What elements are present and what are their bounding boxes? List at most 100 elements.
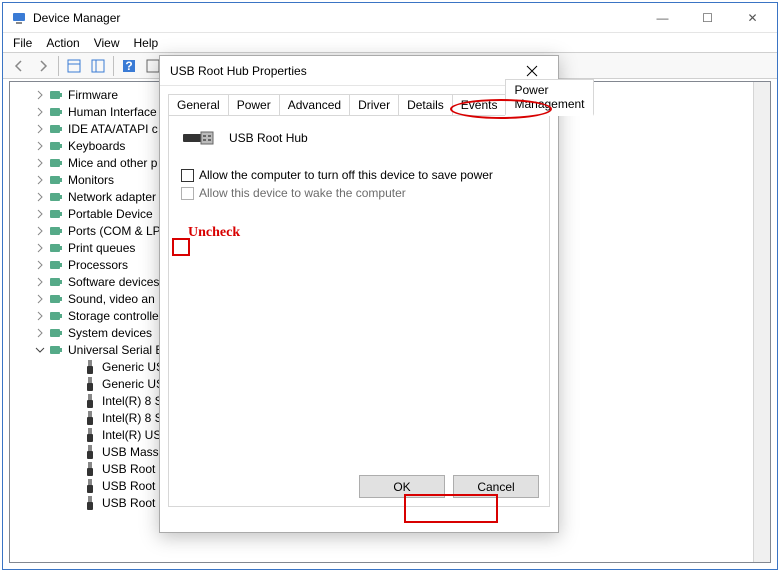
- properties-dialog: USB Root Hub Properties General Power Ad…: [159, 55, 559, 533]
- category-icon: [48, 342, 64, 358]
- checkbox-turnoff-label: Allow the computer to turn off this devi…: [199, 168, 493, 182]
- tab-pane: USB Root Hub Allow the computer to turn …: [168, 115, 550, 507]
- expand-icon[interactable]: [34, 327, 46, 339]
- usb-device-icon: [82, 478, 98, 494]
- nav-fwd-button[interactable]: [31, 55, 55, 77]
- checkbox-turnoff[interactable]: [181, 169, 194, 182]
- category-icon: [48, 274, 64, 290]
- usb-device-icon: [82, 444, 98, 460]
- category-icon: [48, 308, 64, 324]
- category-icon: [48, 240, 64, 256]
- tab-general[interactable]: General: [168, 94, 229, 115]
- category-icon: [48, 223, 64, 239]
- device-name-label: USB Root Hub: [229, 131, 308, 145]
- usb-device-icon: [82, 393, 98, 409]
- category-icon: [48, 121, 64, 137]
- close-icon: [526, 65, 538, 77]
- tree-label: IDE ATA/ATAPI c: [68, 122, 158, 136]
- tab-power[interactable]: Power: [228, 94, 280, 115]
- ok-button[interactable]: OK: [359, 475, 445, 498]
- tree-label: Print queues: [68, 241, 135, 255]
- expand-icon[interactable]: [34, 89, 46, 101]
- category-icon: [48, 172, 64, 188]
- dialog-button-row: OK Cancel: [359, 475, 539, 498]
- tree-label: Storage controlle: [68, 309, 159, 323]
- checkbox-row-turnoff[interactable]: Allow the computer to turn off this devi…: [179, 166, 539, 184]
- tree-label: Mice and other p: [68, 156, 157, 170]
- category-icon: [48, 257, 64, 273]
- tree-label: System devices: [68, 326, 152, 340]
- tree-label: Keyboards: [68, 139, 125, 153]
- dialog-titlebar: USB Root Hub Properties: [160, 56, 558, 86]
- app-icon: [11, 10, 27, 26]
- category-icon: [48, 87, 64, 103]
- expand-icon[interactable]: [34, 310, 46, 322]
- tree-label: Sound, video an: [68, 292, 155, 306]
- category-icon: [48, 206, 64, 222]
- tree-label: Monitors: [68, 173, 114, 187]
- expand-icon[interactable]: [34, 174, 46, 186]
- expand-icon[interactable]: [34, 191, 46, 203]
- expand-icon[interactable]: [34, 208, 46, 220]
- toolbar-separator: [58, 56, 59, 76]
- close-button[interactable]: ✕: [730, 3, 775, 32]
- category-icon: [48, 189, 64, 205]
- category-icon: [48, 325, 64, 341]
- window-controls: — ☐ ✕: [640, 3, 775, 32]
- toolbar-icon-1[interactable]: [62, 55, 86, 77]
- expand-icon[interactable]: [34, 225, 46, 237]
- toolbar-icon-2[interactable]: [86, 55, 110, 77]
- expand-icon[interactable]: [34, 140, 46, 152]
- tab-details[interactable]: Details: [398, 94, 453, 115]
- tree-label: Ports (COM & LP: [68, 224, 161, 238]
- nav-back-button[interactable]: [7, 55, 31, 77]
- tree-label: Universal Serial B: [68, 343, 163, 357]
- expand-icon[interactable]: [34, 106, 46, 118]
- expand-icon[interactable]: [34, 157, 46, 169]
- tab-advanced[interactable]: Advanced: [279, 94, 350, 115]
- titlebar: Device Manager — ☐ ✕: [3, 3, 777, 33]
- device-header: USB Root Hub: [179, 128, 539, 148]
- window-title: Device Manager: [33, 11, 640, 25]
- dialog-body: General Power Advanced Driver Details Ev…: [160, 86, 558, 515]
- cancel-button[interactable]: Cancel: [453, 475, 539, 498]
- menu-action[interactable]: Action: [46, 36, 79, 50]
- usb-hub-icon: [183, 128, 215, 148]
- checkbox-row-wake: Allow this device to wake the computer: [179, 184, 539, 202]
- expand-icon[interactable]: [34, 259, 46, 271]
- tree-label: Firmware: [68, 88, 118, 102]
- checkbox-wake: [181, 187, 194, 200]
- category-icon: [48, 104, 64, 120]
- menubar: File Action View Help: [3, 33, 777, 53]
- svg-text:?: ?: [125, 59, 132, 73]
- tab-strip: General Power Advanced Driver Details Ev…: [168, 92, 550, 115]
- tab-driver[interactable]: Driver: [349, 94, 399, 115]
- minimize-button[interactable]: —: [640, 3, 685, 32]
- tab-events[interactable]: Events: [452, 94, 507, 115]
- tree-label: Processors: [68, 258, 128, 272]
- category-icon: [48, 155, 64, 171]
- maximize-button[interactable]: ☐: [685, 3, 730, 32]
- category-icon: [48, 138, 64, 154]
- menu-file[interactable]: File: [13, 36, 32, 50]
- expand-icon[interactable]: [34, 242, 46, 254]
- checkbox-wake-label: Allow this device to wake the computer: [199, 186, 406, 200]
- usb-device-icon: [82, 461, 98, 477]
- tree-label: Portable Device: [68, 207, 153, 221]
- tab-power-management[interactable]: Power Management: [505, 79, 593, 116]
- help-icon[interactable]: ?: [117, 55, 141, 77]
- usb-device-icon: [82, 376, 98, 392]
- expand-icon[interactable]: [34, 123, 46, 135]
- tree-label: Human Interface: [68, 105, 157, 119]
- expand-icon[interactable]: [34, 344, 46, 356]
- usb-device-icon: [82, 427, 98, 443]
- expand-icon[interactable]: [34, 293, 46, 305]
- expand-icon[interactable]: [34, 276, 46, 288]
- toolbar-separator: [113, 56, 114, 76]
- usb-device-icon: [82, 359, 98, 375]
- usb-device-icon: [82, 410, 98, 426]
- vertical-scrollbar[interactable]: [753, 82, 770, 562]
- category-icon: [48, 291, 64, 307]
- menu-view[interactable]: View: [94, 36, 120, 50]
- menu-help[interactable]: Help: [134, 36, 159, 50]
